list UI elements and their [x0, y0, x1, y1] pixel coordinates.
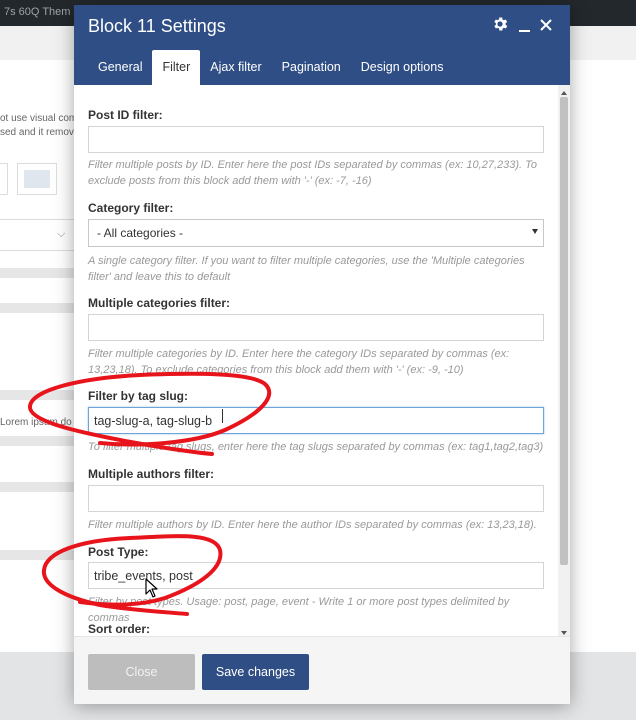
category-filter-help: A single category filter. If you want to…: [88, 255, 525, 283]
category-filter-value: - All categories -: [97, 226, 184, 240]
post-id-filter-help: Filter multiple posts by ID. Enter here …: [88, 159, 537, 187]
text-cursor: [222, 409, 223, 423]
scroll-down-arrow-icon[interactable]: [561, 631, 567, 635]
modal-header: Block 11 Settings General Filter Ajax fi…: [74, 5, 570, 85]
multiple-categories-filter-input[interactable]: [88, 314, 544, 341]
dropdown-arrow-icon: [532, 229, 538, 234]
tag-slug-filter-label: Filter by tag slug:: [88, 389, 189, 403]
post-id-filter-label: Post ID filter:: [88, 108, 163, 122]
save-changes-button[interactable]: Save changes: [202, 654, 309, 690]
background-select: ⌵: [0, 219, 78, 251]
multiple-authors-filter-input[interactable]: [88, 485, 544, 512]
multiple-authors-filter-label: Multiple authors filter:: [88, 467, 214, 481]
tag-slug-filter-input[interactable]: [88, 407, 544, 434]
background-text-3: Lorem ipsum do: [0, 417, 72, 428]
post-type-help: Filter by post types. Usage: post, page,…: [88, 596, 510, 624]
tab-filter[interactable]: Filter: [152, 50, 201, 85]
multiple-categories-filter-label: Multiple categories filter:: [88, 296, 231, 310]
post-id-filter-input[interactable]: [88, 126, 544, 153]
scrollbar-thumb[interactable]: [560, 97, 568, 565]
tab-design-options[interactable]: Design options: [351, 50, 454, 85]
block-settings-modal: Block 11 Settings General Filter Ajax fi…: [74, 5, 570, 704]
tag-slug-filter-help: To filter multiple tag slugs, enter here…: [88, 441, 544, 453]
background-text-2: sed and it remov: [0, 127, 74, 138]
mouse-pointer-icon: [145, 578, 158, 598]
tab-ajax-filter[interactable]: Ajax filter: [200, 50, 271, 85]
scroll-up-arrow-icon[interactable]: [561, 91, 567, 95]
post-type-label: Post Type:: [88, 545, 149, 559]
sort-order-label: Sort order:: [88, 622, 151, 636]
admin-bar-text: 7s 60Q Them: [4, 6, 71, 18]
modal-scrollbar[interactable]: [558, 85, 570, 636]
tab-pagination[interactable]: Pagination: [272, 50, 351, 85]
background-box: [0, 163, 8, 195]
modal-body: Post ID filter: Filter multiple posts by…: [74, 85, 570, 636]
modal-footer: Close Save changes: [74, 636, 570, 704]
category-filter-label: Category filter:: [88, 201, 174, 215]
multiple-authors-filter-help: Filter multiple authors by ID. Enter her…: [88, 519, 537, 531]
gear-icon[interactable]: [490, 15, 510, 35]
background-text-1: ot use visual com: [0, 113, 78, 124]
minimize-icon[interactable]: [514, 15, 534, 35]
close-button[interactable]: Close: [88, 654, 195, 690]
multiple-categories-filter-help: Filter multiple categories by ID. Enter …: [88, 348, 510, 376]
modal-title: Block 11 Settings: [88, 16, 226, 36]
tab-bar: General Filter Ajax filter Pagination De…: [88, 50, 453, 85]
category-filter-select[interactable]: - All categories -: [88, 219, 544, 247]
chevron-down-icon: ⌵: [57, 228, 66, 240]
tab-general[interactable]: General: [88, 50, 152, 85]
close-icon[interactable]: [536, 15, 556, 35]
background-layout-thumb: [17, 163, 57, 195]
